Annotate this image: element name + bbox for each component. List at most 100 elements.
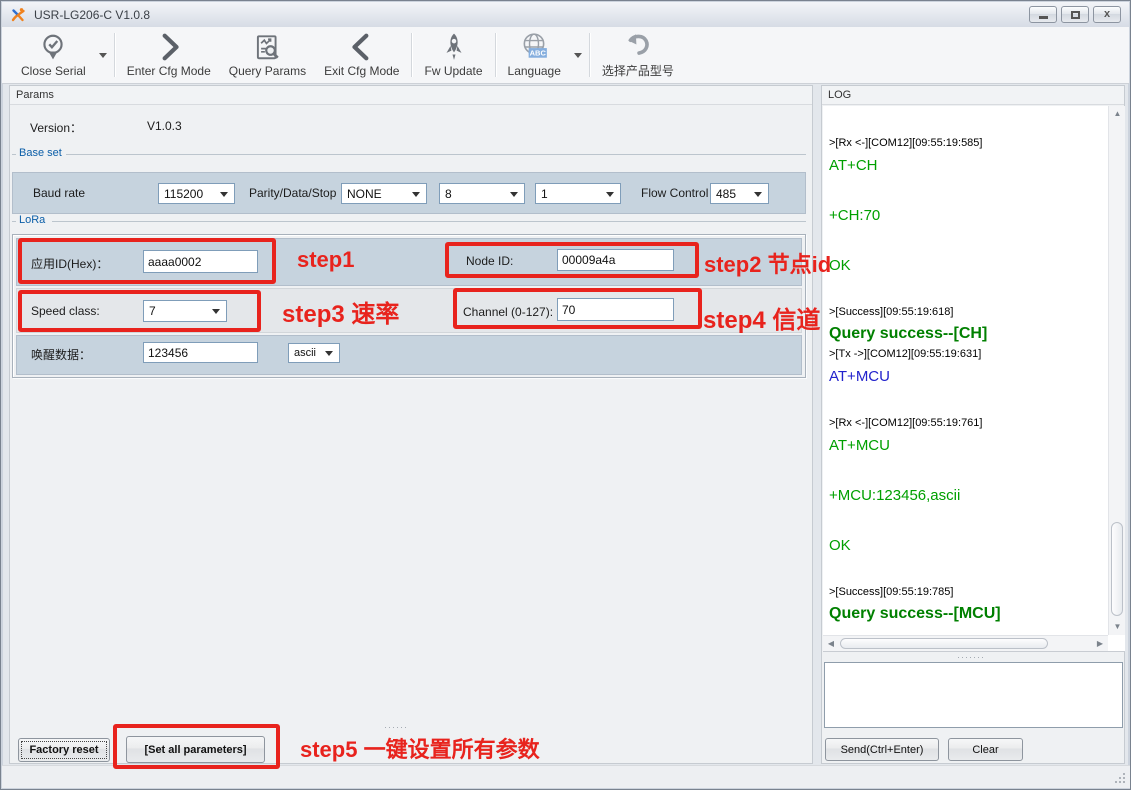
vertical-scroll-thumb[interactable]	[1111, 522, 1123, 616]
annotation-box-step1	[18, 238, 276, 284]
log-line: Query success--[MCU]	[829, 602, 1106, 625]
parity-select[interactable]: NONE	[341, 183, 427, 204]
toolbar-enter-cfg-button[interactable]: Enter Cfg Mode	[118, 27, 220, 83]
log-line: >[Rx <-][COM12][09:55:19:761]	[829, 414, 1106, 433]
app-window: USR-LG206-C V1.0.8 x Close Serial Enter …	[0, 0, 1131, 790]
splitter-handle[interactable]: ·······	[957, 652, 985, 662]
dropdown-arrow-icon	[754, 192, 762, 197]
wake-format-select[interactable]: ascii	[288, 343, 340, 363]
toolbar-close-serial-button[interactable]: Close Serial	[12, 27, 95, 83]
annotation-text-step1: step1	[297, 247, 354, 273]
splitter-handle[interactable]: ······	[384, 722, 408, 732]
toolbar-separator	[114, 33, 115, 77]
language-dropdown[interactable]	[570, 27, 586, 83]
dropdown-arrow-icon	[325, 351, 333, 356]
log-line	[829, 278, 1106, 303]
log-line	[829, 508, 1106, 533]
titlebar: USR-LG206-C V1.0.8 x	[2, 2, 1129, 27]
log-view: >[Rx <-][COM12][09:55:19:585]AT+CH +CH:7…	[823, 106, 1125, 652]
wake-data-label: 唤醒数据：	[31, 346, 91, 363]
toolbar-query-params-button[interactable]: Query Params	[220, 27, 315, 83]
document-search-icon	[252, 32, 282, 62]
flow-control-select[interactable]: 485	[710, 183, 769, 204]
toolbar-select-product-button[interactable]: 选择产品型号	[593, 27, 683, 83]
toolbar-language-button[interactable]: ABC Language	[499, 27, 570, 83]
scroll-right-icon[interactable]: ▶	[1092, 636, 1108, 651]
toolbar: Close Serial Enter Cfg Mode Query Params	[2, 27, 1129, 84]
send-input[interactable]	[824, 662, 1123, 728]
log-panel: LOG >[Rx <-][COM12][09:55:19:585]AT+CH +…	[821, 85, 1125, 764]
base-set-band: Baud rate 115200 Parity/Data/Stop NONE 8…	[12, 172, 806, 214]
resize-grip-icon[interactable]	[1114, 772, 1126, 784]
log-panel-title: LOG	[822, 86, 1124, 105]
toolbar-label: Fw Update	[424, 64, 482, 78]
log-line	[829, 389, 1106, 414]
annotation-text-step3: step3 速率	[282, 294, 399, 329]
toolbar-label: 选择产品型号	[602, 62, 674, 79]
clear-button[interactable]: Clear	[948, 738, 1023, 761]
annotation-text-step4: step4 信道	[703, 300, 820, 335]
annotation-box-step5	[113, 724, 280, 769]
close-serial-dropdown[interactable]	[95, 27, 111, 83]
toolbar-label: Query Params	[229, 64, 306, 78]
maximize-button[interactable]	[1061, 6, 1089, 23]
close-button[interactable]: x	[1093, 6, 1121, 23]
log-line: AT+CH	[829, 153, 1106, 178]
stop-bits-select[interactable]: 1	[535, 183, 621, 204]
minimize-icon	[1039, 16, 1048, 19]
log-line	[829, 558, 1106, 583]
group-line	[66, 154, 806, 155]
log-horizontal-scrollbar[interactable]: ◀ ▶	[823, 635, 1108, 651]
rocket-icon	[439, 32, 469, 62]
toolbar-label: Enter Cfg Mode	[127, 64, 211, 78]
log-line: >[Success][09:55:19:618]	[829, 303, 1106, 322]
params-panel: Params Version： V1.0.3 Base set Baud rat…	[9, 85, 813, 764]
log-line	[829, 458, 1106, 483]
baud-rate-label: Baud rate	[33, 186, 85, 200]
chevron-down-icon	[574, 53, 582, 58]
log-line: >[Rx <-][COM12][09:55:19:585]	[829, 134, 1106, 153]
horizontal-scroll-thumb[interactable]	[840, 638, 1048, 649]
toolbar-separator	[411, 33, 412, 77]
scroll-up-icon[interactable]: ▲	[1109, 106, 1126, 122]
base-set-group-label: Base set	[16, 147, 65, 159]
maximize-icon	[1071, 11, 1080, 19]
annotation-text-step5: step5 一键设置所有参数	[300, 732, 540, 764]
send-button[interactable]: Send(Ctrl+Enter)	[825, 738, 939, 761]
stop-bits-value: 1	[541, 187, 548, 201]
toolbar-label: Exit Cfg Mode	[324, 64, 399, 78]
log-line: >[Tx ->][COM12][09:55:19:631]	[829, 345, 1106, 364]
log-line: >[Success][09:55:19:785]	[829, 583, 1106, 602]
baud-rate-value: 115200	[164, 187, 203, 201]
baud-rate-select[interactable]: 115200	[158, 183, 235, 204]
version-value: V1.0.3	[147, 119, 182, 133]
annotation-box-step2	[445, 242, 699, 278]
parity-label: Parity/Data/Stop	[249, 186, 336, 200]
toolbar-fw-update-button[interactable]: Fw Update	[415, 27, 491, 83]
scroll-left-icon[interactable]: ◀	[823, 636, 839, 651]
factory-reset-button[interactable]: Factory reset	[18, 738, 110, 762]
minimize-button[interactable]	[1029, 6, 1057, 23]
log-line: AT+MCU	[829, 364, 1106, 389]
dropdown-arrow-icon	[510, 192, 518, 197]
app-logo-icon	[10, 7, 26, 23]
toolbar-label: Close Serial	[21, 64, 86, 78]
close-icon: x	[1104, 9, 1110, 20]
log-line: +MCU:123456,ascii	[829, 483, 1106, 508]
log-vertical-scrollbar[interactable]: ▲ ▼	[1108, 106, 1125, 635]
dropdown-arrow-icon	[412, 192, 420, 197]
log-line: OK	[829, 253, 1106, 278]
parity-value: NONE	[347, 187, 382, 201]
params-panel-title: Params	[10, 86, 812, 105]
flow-control-value: 485	[716, 187, 736, 201]
lora-group-label: LoRa	[16, 214, 48, 226]
toolbar-separator	[589, 33, 590, 77]
wake-data-input[interactable]	[143, 342, 258, 363]
toolbar-exit-cfg-button[interactable]: Exit Cfg Mode	[315, 27, 408, 83]
scroll-down-icon[interactable]: ▼	[1109, 619, 1126, 635]
chevron-right-icon	[154, 32, 184, 62]
chevron-left-icon	[347, 32, 377, 62]
data-bits-select[interactable]: 8	[439, 183, 525, 204]
annotation-box-step4	[453, 288, 702, 329]
lora-row-3	[16, 335, 802, 375]
